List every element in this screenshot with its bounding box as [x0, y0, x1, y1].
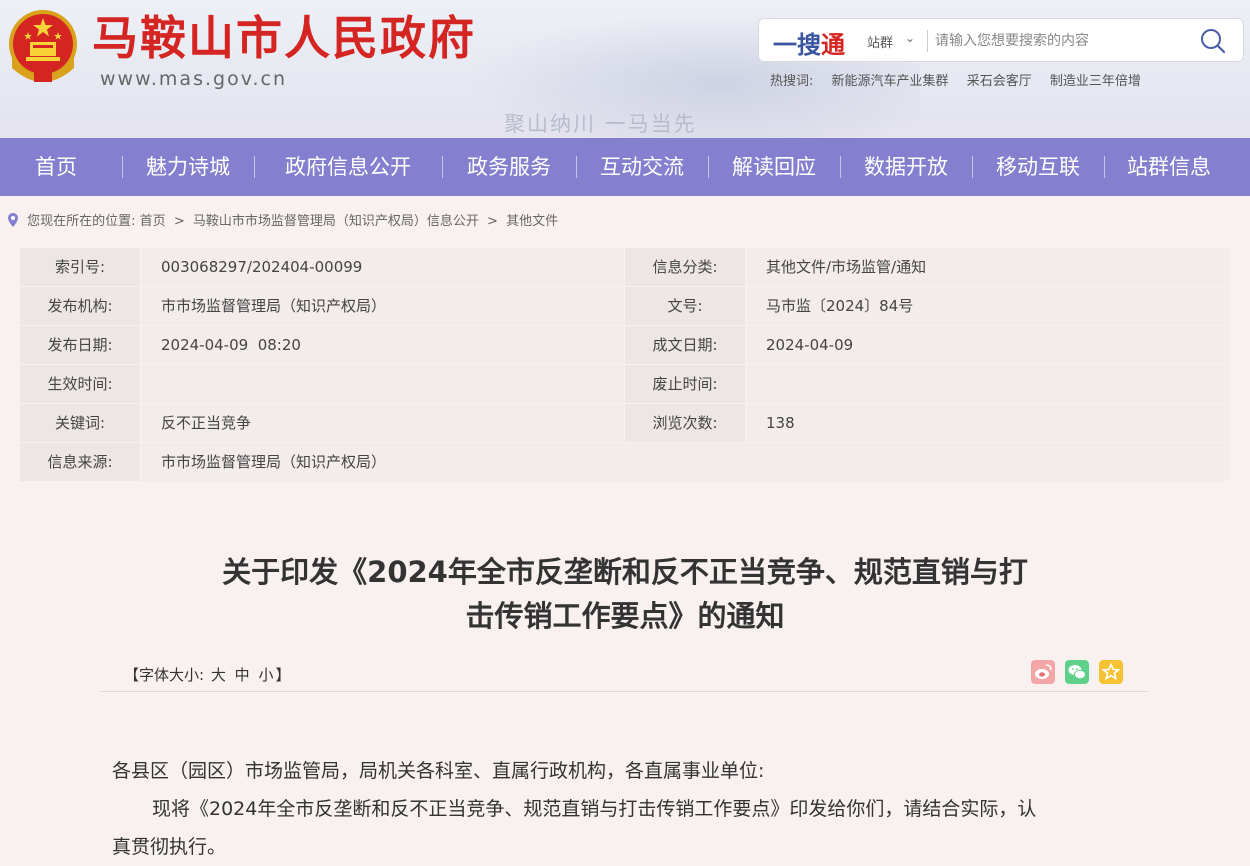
font-size-bar: 【字体大小: 大 中 小】 [124, 664, 290, 685]
location-pin-icon [8, 213, 18, 227]
article-title-line: 关于印发《2024年全市反垄断和反不正当竞争、规范直销与打 [222, 555, 1028, 589]
site-title[interactable]: 马鞍山市人民政府 [92, 10, 476, 66]
search-logo: 一搜通 [773, 25, 845, 60]
hot-search-words: 热搜词: 新能源汽车产业集群 采石会客厅 制造业三年倍增 [770, 70, 1155, 89]
site-slogan: 聚山纳川 一马当先 [504, 112, 697, 136]
search-scope-select[interactable]: 站群 [867, 32, 893, 51]
info-label: 文号: [625, 287, 745, 325]
font-size-medium-button[interactable]: 中 [235, 666, 250, 684]
font-size-label: 【字体大小: [124, 666, 205, 684]
info-value: 2024-04-09 [746, 326, 1230, 364]
info-row: 生效时间: 废止时间: [20, 365, 1230, 403]
info-label: 信息来源: [20, 443, 140, 481]
content-divider [100, 691, 1148, 692]
info-label: 成文日期: [625, 326, 745, 364]
info-row: 关键词: 反不正当竞争 浏览次数: 138 [20, 404, 1230, 442]
article-paragraph: 真贯彻执行。 [112, 836, 227, 858]
info-label: 废止时间: [625, 365, 745, 403]
wechat-icon[interactable] [1065, 660, 1089, 684]
site-header: 马鞍山市人民政府 www.mas.gov.cn 聚山纳川 一马当先 一搜通 站群… [0, 0, 1250, 138]
nav-item-site-group[interactable]: 站群信息 [1104, 138, 1234, 196]
search-icon[interactable] [1199, 27, 1227, 55]
info-label: 信息分类: [625, 248, 745, 286]
breadcrumb-item-home[interactable]: 首页 [140, 214, 166, 229]
article-paragraph: 现将《2024年全市反垄断和反不正当竞争、规范直销与打击传销工作要点》印发给你们… [152, 798, 1037, 820]
info-row: 发布日期: 2024-04-09 08:20 成文日期: 2024-04-09 [20, 326, 1230, 364]
hot-search-label: 热搜词: [770, 74, 814, 89]
info-row: 发布机构: 市市场监督管理局（知识产权局） 文号: 马市监〔2024〕84号 [20, 287, 1230, 325]
info-label: 浏览次数: [625, 404, 745, 442]
search-box: 一搜通 站群 ⌄ [758, 18, 1244, 62]
breadcrumb: 您现在所在的位置: 首页 > 马鞍山市市场监督管理局（知识产权局）信息公开 > … [8, 210, 558, 229]
info-label: 发布机构: [20, 287, 140, 325]
info-row: 信息来源: 市市场监督管理局（知识产权局） [20, 443, 1230, 481]
nav-item-gov-info-disclosure[interactable]: 政府信息公开 [254, 138, 442, 196]
breadcrumb-prefix: 您现在所在的位置: [27, 214, 136, 229]
nav-item-interpretation[interactable]: 解读回应 [708, 138, 840, 196]
breadcrumb-item-current[interactable]: 其他文件 [506, 214, 558, 229]
breadcrumb-separator: > [173, 214, 185, 229]
search-logo-text-a: 一搜 [773, 31, 821, 59]
nav-item-open-data[interactable]: 数据开放 [840, 138, 972, 196]
info-value: 市市场监督管理局（知识产权局） [141, 287, 624, 325]
weibo-icon[interactable] [1031, 660, 1055, 684]
chevron-down-icon[interactable]: ⌄ [905, 31, 915, 45]
site-url: www.mas.gov.cn [100, 68, 287, 90]
favorite-icon[interactable] [1099, 660, 1123, 684]
info-value: 反不正当竞争 [141, 404, 624, 442]
font-size-small-button[interactable]: 小 [258, 666, 273, 684]
info-value: 马市监〔2024〕84号 [746, 287, 1230, 325]
info-value: 138 [746, 404, 1230, 442]
info-value [141, 365, 624, 403]
info-value: 003068297/202404-00099 [141, 248, 624, 286]
breadcrumb-item-department[interactable]: 马鞍山市市场监督管理局（知识产权局）信息公开 [193, 214, 479, 229]
info-label: 发布日期: [20, 326, 140, 364]
info-value: 其他文件/市场监管/通知 [746, 248, 1230, 286]
hot-word-link[interactable]: 采石会客厅 [967, 74, 1032, 89]
info-value: 2024-04-09 08:20 [141, 326, 624, 364]
nav-item-home[interactable]: 首页 [0, 138, 112, 196]
nav-item-charm-poetry-city[interactable]: 魅力诗城 [122, 138, 254, 196]
article-title-line: 击传销工作要点》的通知 [465, 599, 785, 633]
national-emblem-icon[interactable] [6, 8, 80, 86]
nav-item-mobile[interactable]: 移动互联 [972, 138, 1104, 196]
hot-word-link[interactable]: 新能源汽车产业集群 [832, 74, 949, 89]
search-divider [927, 30, 928, 52]
article-paragraph: 各县区（园区）市场监管局，局机关各科室、直属行政机构，各直属事业单位: [112, 760, 765, 782]
info-label: 生效时间: [20, 365, 140, 403]
info-value: 市市场监督管理局（知识产权局） [141, 443, 1230, 481]
info-label: 关键词: [20, 404, 140, 442]
hot-word-link[interactable]: 制造业三年倍增 [1050, 74, 1141, 89]
nav-item-interaction[interactable]: 互动交流 [576, 138, 708, 196]
article-title: 关于印发《2024年全市反垄断和反不正当竞争、规范直销与打 击传销工作要点》的通… [0, 550, 1250, 638]
search-logo-text-b: 通 [821, 31, 845, 59]
font-size-label-end: 】 [275, 666, 291, 684]
info-row: 索引号: 003068297/202404-00099 信息分类: 其他文件/市… [20, 248, 1230, 286]
info-label: 索引号: [20, 248, 140, 286]
search-input[interactable] [935, 27, 1185, 55]
nav-item-gov-services[interactable]: 政务服务 [442, 138, 576, 196]
main-nav: 首页 魅力诗城 政府信息公开 政务服务 互动交流 解读回应 数据开放 移动互联 … [0, 138, 1250, 196]
info-value [746, 365, 1230, 403]
font-size-large-button[interactable]: 大 [211, 666, 226, 684]
breadcrumb-separator: > [487, 214, 498, 229]
